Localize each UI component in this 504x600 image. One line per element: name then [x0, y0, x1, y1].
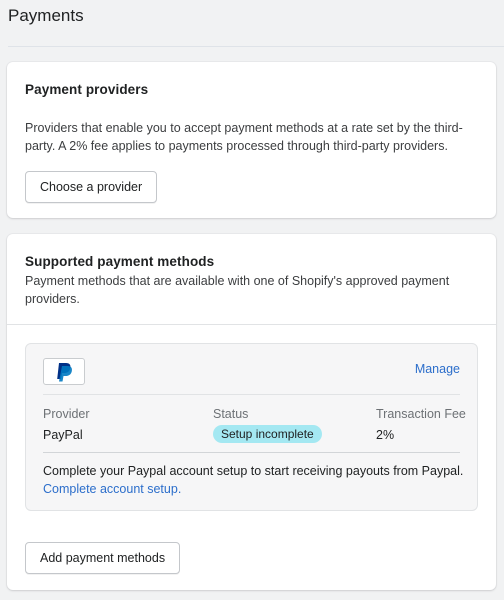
- provider-panel-divider: [43, 394, 460, 395]
- provider-name-value: PayPal: [43, 428, 83, 442]
- setup-link-period: .: [177, 482, 182, 496]
- manage-paypal-link[interactable]: Manage: [415, 362, 460, 376]
- transaction-fee-value: 2%: [376, 428, 395, 442]
- supported-methods-description: Payment methods that are available with …: [25, 274, 450, 306]
- paypal-icon: [57, 362, 72, 381]
- payment-providers-title: Payment providers: [25, 82, 149, 97]
- choose-provider-button[interactable]: Choose a provider: [25, 171, 158, 203]
- provider-panel-divider-2: [43, 452, 460, 453]
- supported-payment-methods-card: Supported payment methods Payment method…: [7, 234, 496, 590]
- complete-account-setup-link[interactable]: Complete account setup: [43, 482, 178, 496]
- page-title: Payments: [8, 6, 84, 25]
- header-divider: [8, 46, 504, 47]
- setup-message-block: Complete your Paypal account setup to st…: [43, 462, 465, 498]
- setup-message: Complete your Paypal account setup to st…: [43, 464, 464, 478]
- supported-methods-title: Supported payment methods: [25, 254, 215, 269]
- payment-providers-card: Payment providers Providers that enable …: [7, 62, 496, 218]
- status-badge: Setup incomplete: [213, 425, 322, 443]
- status-column-label: Status: [213, 407, 249, 421]
- payment-providers-description: Providers that enable you to accept paym…: [25, 121, 463, 153]
- provider-column-label: Provider: [43, 407, 90, 421]
- card-section-divider: [7, 324, 496, 325]
- paypal-logo: [43, 358, 85, 385]
- transaction-fee-column-label: Transaction Fee: [376, 407, 466, 421]
- add-payment-methods-button[interactable]: Add payment methods: [25, 542, 181, 574]
- paypal-provider-panel: Manage Provider Status Transaction Fee P…: [25, 343, 478, 511]
